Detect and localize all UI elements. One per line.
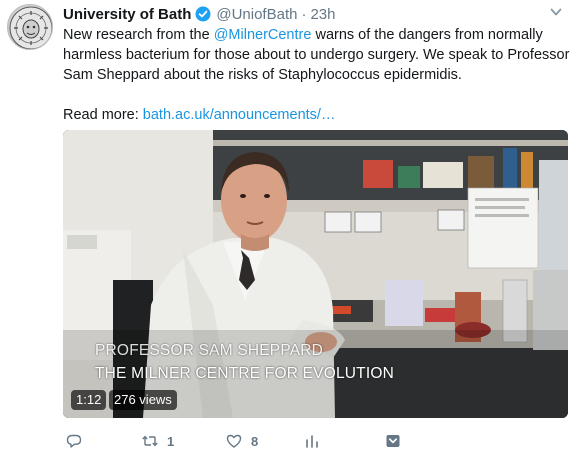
like-count: 8 bbox=[251, 433, 259, 449]
timestamp[interactable]: 23h bbox=[310, 6, 335, 23]
verified-badge-icon bbox=[195, 6, 211, 22]
tweet-actions: 1 8 bbox=[63, 430, 563, 454]
tweet: University of Bath @UniofBath · 23h New … bbox=[0, 0, 572, 457]
separator-dot: · bbox=[301, 5, 307, 23]
reply-button[interactable] bbox=[65, 430, 91, 452]
tweet-text-line-1: New research from the @MilnerCentre warn… bbox=[63, 25, 563, 45]
account-name[interactable]: University of Bath bbox=[63, 6, 191, 23]
account-handle[interactable]: @UniofBath bbox=[216, 6, 297, 23]
tweet-text-line-2: harmless bacterium for those about to un… bbox=[63, 47, 570, 63]
text-segment: warns of the dangers from normally bbox=[311, 27, 543, 43]
retweet-icon bbox=[142, 435, 158, 447]
video-player[interactable]: PROFESSOR SAM SHEPPARD THE MILNER CENTRE… bbox=[63, 130, 568, 418]
tweet-text-line-3: Sam Sheppard about the risks of Staphylo… bbox=[63, 67, 462, 83]
analytics-icon bbox=[306, 435, 318, 448]
tweet-text: New research from the @MilnerCentre warn… bbox=[63, 25, 570, 125]
tweet-header: University of Bath @UniofBath · 23h bbox=[63, 4, 336, 24]
like-button[interactable]: 8 bbox=[225, 430, 258, 452]
read-more-link[interactable]: bath.ac.uk/announcements/… bbox=[143, 107, 336, 123]
retweet-button[interactable]: 1 bbox=[141, 430, 174, 452]
bookmark-icon bbox=[386, 435, 400, 447]
like-icon bbox=[226, 434, 242, 448]
retweet-count: 1 bbox=[167, 433, 175, 449]
avatar[interactable] bbox=[7, 4, 53, 50]
chevron-down-icon[interactable] bbox=[549, 5, 563, 19]
read-more-line: Read more: bath.ac.uk/announcements/… bbox=[63, 105, 563, 125]
video-caption-name: PROFESSOR SAM SHEPPARD bbox=[95, 342, 324, 359]
video-views-badge: 276 views bbox=[109, 390, 177, 410]
read-more-label: Read more: bbox=[63, 107, 143, 123]
reply-icon bbox=[66, 434, 82, 448]
text-segment: New research from the bbox=[63, 27, 214, 43]
video-duration-badge: 1:12 bbox=[71, 390, 107, 410]
analytics-button[interactable] bbox=[303, 430, 321, 452]
save-button[interactable] bbox=[384, 430, 402, 452]
video-caption-affiliation: THE MILNER CENTRE FOR EVOLUTION bbox=[95, 365, 395, 382]
mention-link[interactable]: @MilnerCentre bbox=[214, 27, 312, 43]
university-seal-icon bbox=[9, 6, 52, 49]
